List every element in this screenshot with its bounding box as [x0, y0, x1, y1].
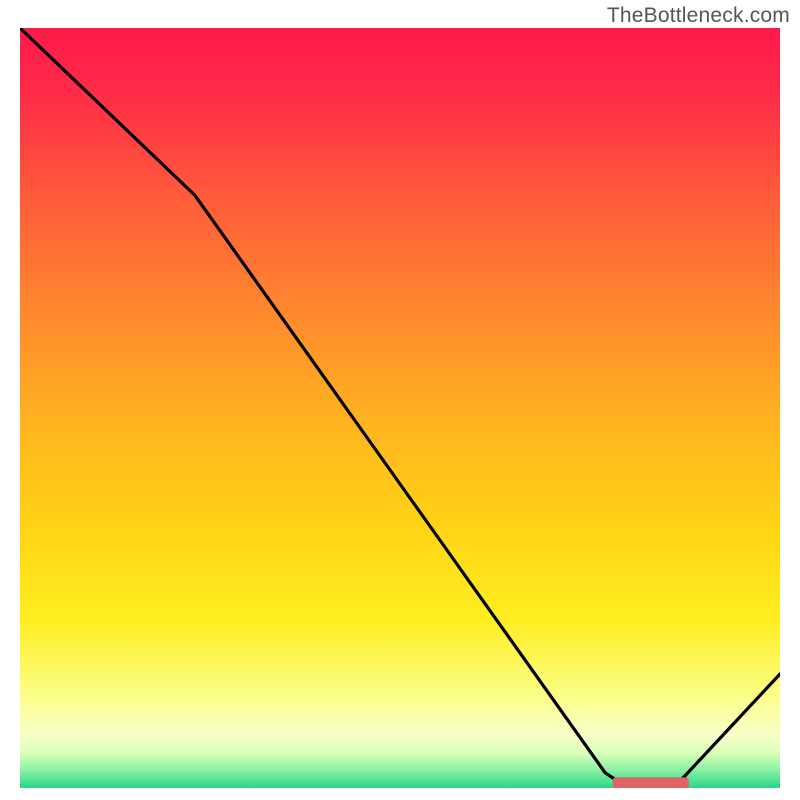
plot-area [20, 28, 780, 788]
watermark-text: TheBottleneck.com [607, 4, 790, 28]
flat-band [613, 777, 689, 788]
chart-container: TheBottleneck.com [0, 0, 800, 800]
chart-svg [20, 28, 780, 788]
